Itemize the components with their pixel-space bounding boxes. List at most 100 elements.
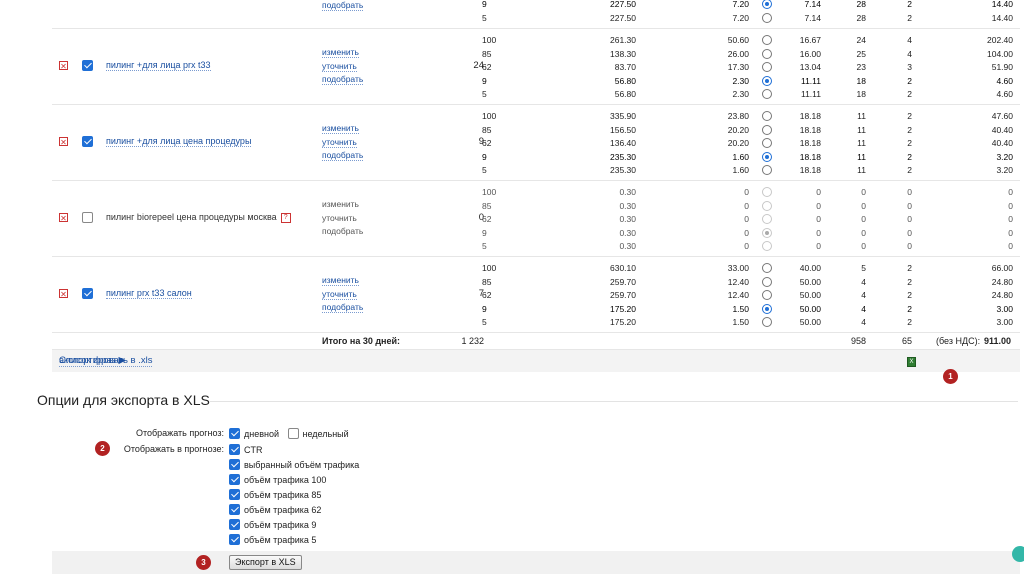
export-options-title: Опции для экспорта в XLS: [37, 392, 210, 408]
price-value: 20.20: [727, 138, 749, 149]
cpc-value: 3: [907, 62, 912, 73]
ctr-value: 50.00: [799, 317, 821, 328]
field-label: объём трафика 100: [244, 475, 327, 485]
price-value: 1.60: [732, 151, 749, 162]
bid-value: 175.20: [610, 317, 636, 328]
price-value: 0: [744, 200, 749, 211]
price-value: 17.30: [727, 62, 749, 73]
cost-value: 40.40: [991, 138, 1013, 149]
cpc-value: 2: [907, 89, 912, 100]
traffic-radio[interactable]: [762, 111, 772, 121]
price-value: 20.20: [727, 124, 749, 135]
daily-label: дневной: [244, 429, 280, 439]
cost-value: 3.20: [996, 165, 1013, 176]
clicks-value: 18: [856, 75, 866, 86]
traffic-radio[interactable]: [762, 263, 772, 273]
clicks-value: 5: [861, 263, 866, 273]
position-value: 5: [482, 12, 487, 23]
cpc-value: 0: [907, 200, 912, 211]
clicks-value: 11: [857, 151, 866, 162]
cpc-value: 0: [907, 227, 912, 238]
excel-icon[interactable]: X: [907, 357, 916, 367]
price-value: 50.60: [727, 35, 749, 45]
export-xls-link[interactable]: экспортировать в .xls: [59, 355, 153, 367]
traffic-radio[interactable]: [762, 187, 772, 197]
traffic-radio[interactable]: [762, 276, 772, 287]
cost-value: 47.60: [991, 111, 1013, 121]
traffic-radio[interactable]: [762, 151, 772, 162]
cost-value: 24.80: [991, 290, 1013, 301]
support-chat-icon[interactable]: [1012, 546, 1024, 562]
field-label: объём трафика 62: [244, 505, 322, 515]
bid-value: 0.30: [619, 227, 636, 238]
clicks-value: 28: [856, 0, 866, 9]
forecast-field-option: объём трафика 9: [229, 519, 316, 530]
field-checkbox[interactable]: [229, 519, 240, 530]
traffic-radio[interactable]: [762, 303, 772, 314]
ctr-value: 18.18: [799, 151, 821, 162]
price-value: 2.30: [732, 89, 749, 100]
traffic-radio[interactable]: [762, 227, 772, 238]
ctr-value: 7.14: [804, 12, 821, 23]
section-divider: [210, 401, 1018, 402]
cost-value: 40.40: [991, 124, 1013, 135]
field-checkbox[interactable]: [229, 504, 240, 515]
cpc-value: 0: [907, 241, 912, 252]
position-value: 9: [482, 0, 487, 9]
ctr-value: 18.18: [799, 138, 821, 149]
bid-value: 0.30: [619, 200, 636, 211]
field-checkbox[interactable]: [229, 474, 240, 485]
cpc-value: 2: [907, 151, 912, 162]
field-checkbox[interactable]: [229, 489, 240, 500]
traffic-radio[interactable]: [762, 75, 772, 86]
bid-value: 227.50: [610, 12, 636, 23]
position-value: 5: [482, 241, 487, 252]
forecast-row: 5 235.30 1.60 18.18 11 2 3.20: [52, 164, 1020, 178]
phrase-group: ✕ пилинг +для лица цена процедуры изменить…: [52, 105, 1020, 181]
cost-value: 3.20: [996, 151, 1013, 162]
cost-value: 66.00: [991, 263, 1013, 273]
forecast-row: 85 259.70 12.40 50.00 4 2 24.80: [52, 276, 1020, 290]
forecast-field-option: объём трафика 62: [229, 504, 321, 515]
phrases-table: подобрать 9 227.50 7.20 7.14 28 2 14.40 5 227.50…: [52, 0, 1020, 350]
cost-value: 24.80: [991, 276, 1013, 287]
weekly-checkbox[interactable]: [287, 428, 299, 439]
position-value: 85: [482, 276, 492, 287]
clicks-value: 0: [861, 241, 866, 252]
field-checkbox[interactable]: [229, 444, 240, 455]
field-checkbox[interactable]: [229, 534, 240, 545]
clicks-value: 0: [861, 187, 866, 197]
export-xls-button[interactable]: Экспорт в XLS: [229, 555, 302, 570]
ctr-value: 18.18: [799, 124, 821, 135]
price-value: 0: [744, 187, 749, 197]
price-value: 1.60: [732, 165, 749, 176]
bid-value: 235.30: [610, 151, 636, 162]
traffic-radio[interactable]: [762, 12, 772, 23]
ctr-value: 16.00: [799, 48, 821, 59]
ctr-value: 0: [816, 227, 821, 238]
bid-value: 259.70: [610, 276, 636, 287]
traffic-radio[interactable]: [762, 124, 772, 135]
field-label: выбранный объём трафика: [244, 460, 360, 470]
traffic-radio[interactable]: [762, 200, 772, 211]
clicks-value: 11: [857, 111, 866, 121]
price-value: 1.50: [732, 303, 749, 314]
traffic-radio[interactable]: [762, 48, 772, 59]
field-label: объём трафика 9: [244, 520, 317, 530]
price-value: 7.20: [732, 0, 749, 9]
phrase-group: ✕ пилинг +для лица prx t33 изменить уточнит…: [52, 29, 1020, 105]
daily-checkbox[interactable]: [229, 428, 240, 439]
cost-value: 14.40: [991, 12, 1013, 23]
cost-value: 0: [1008, 200, 1013, 211]
traffic-radio[interactable]: [762, 35, 772, 45]
ctr-value: 18.18: [799, 165, 821, 176]
clicks-value: 23: [856, 62, 866, 73]
cost-value: 0: [1008, 214, 1013, 225]
position-value: 5: [482, 89, 487, 100]
ctr-value: 7.14: [804, 0, 821, 9]
field-checkbox[interactable]: [229, 459, 240, 470]
price-value: 1.50: [732, 317, 749, 328]
clicks-value: 25: [856, 48, 866, 59]
cpc-value: 2: [907, 12, 912, 23]
forecast-row: 62 83.70 17.30 13.04 23 3 51.90: [52, 61, 1020, 75]
